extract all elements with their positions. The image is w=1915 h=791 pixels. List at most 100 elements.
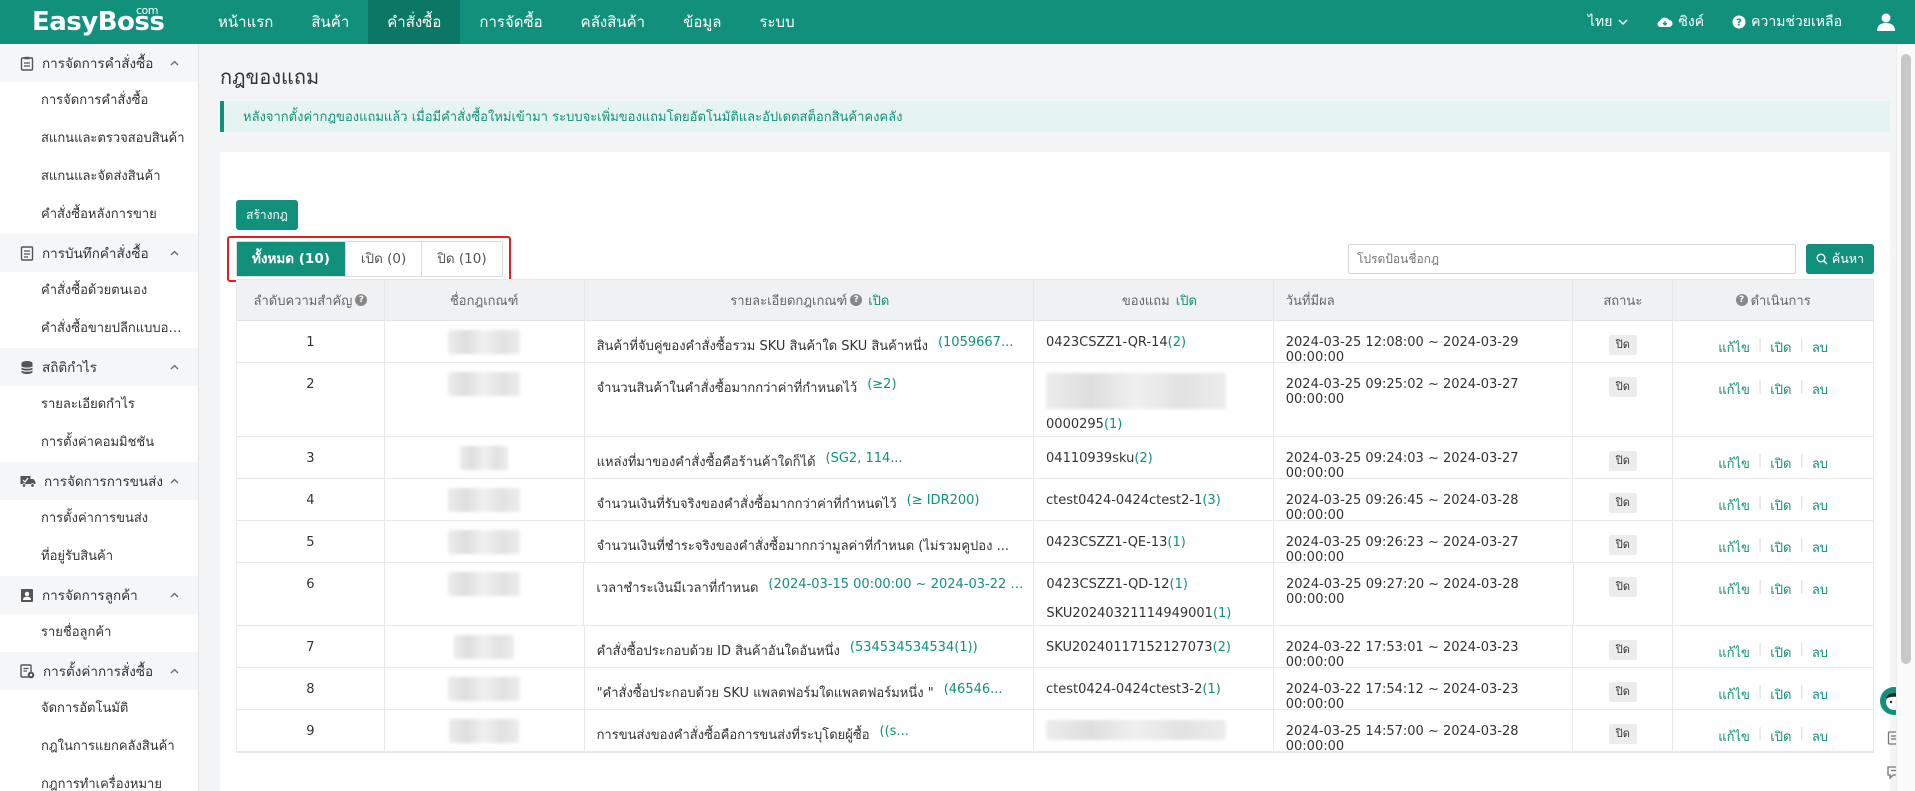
sidebar-item-scan-check[interactable]: สแกนและตรวจสอบสินค้า [0, 120, 198, 158]
user-avatar[interactable] [1876, 12, 1901, 32]
database-icon [20, 360, 34, 375]
sidebar-item-offline-retail[interactable]: คำสั่งซื้อขายปลีกแบบออฟไลน์ [0, 310, 198, 348]
sidebar-group-customers[interactable]: การจัดการลูกค้า [0, 576, 198, 614]
expand-gift-link[interactable]: เปิด [1176, 290, 1197, 311]
condition-value[interactable]: (≥ IDR200) [907, 493, 980, 514]
edit-link[interactable]: แก้ไข [1718, 642, 1750, 667]
priority-cell: 4 [237, 479, 385, 520]
delete-link[interactable]: ลบ [1812, 579, 1828, 625]
nav-data[interactable]: ข้อมูล [664, 0, 740, 44]
gift-quantity: (1) [1202, 682, 1221, 697]
create-rule-button[interactable]: สร้างกฎ [236, 200, 298, 230]
enable-link[interactable]: เปิด [1770, 337, 1791, 362]
sidebar-item-automation[interactable]: จัดการอัตโนมัติ [0, 690, 198, 728]
condition-value[interactable]: (2024-03-15 00:00:00 ~ 2024-03-22 23:5..… [768, 577, 1023, 598]
condition-value[interactable]: (SG2, 114... [826, 451, 903, 472]
redacted-gift-sku [1046, 373, 1227, 409]
nav-warehouse[interactable]: คลังสินค้า [562, 0, 664, 44]
edit-link[interactable]: แก้ไข [1718, 337, 1750, 362]
search-button[interactable]: ค้นหา [1806, 244, 1874, 274]
gift-cell: ctest0424-0424ctest3-2(1) [1034, 668, 1274, 709]
delete-link[interactable]: ลบ [1812, 537, 1828, 562]
sidebar-item-pickup-address[interactable]: ที่อยู่รับสินค้า [0, 538, 198, 576]
nav-system[interactable]: ระบบ [740, 0, 813, 44]
sidebar-item-scan-ship[interactable]: สแกนและจัดส่งสินค้า [0, 158, 198, 196]
edit-link[interactable]: แก้ไข [1718, 684, 1750, 709]
condition-text: คำสั่งซื้อประกอบด้วย ID สินค้าอันใดอันหน… [596, 644, 840, 659]
logo[interactable]: EasyBoss com [0, 4, 199, 37]
edit-link[interactable]: แก้ไข [1718, 379, 1750, 436]
effective-date: 2024-03-25 14:57:00 ~ 2024-03-28 00:00:0… [1285, 724, 1519, 754]
status-badge: ปิด [1608, 682, 1637, 702]
sidebar-group-title: การจัดการคำสั่งซื้อ [42, 56, 154, 72]
action-cell: แก้ไข | เปิด | ลบ [1673, 521, 1873, 562]
sidebar-item-order-management[interactable]: การจัดการคำสั่งซื้อ [0, 82, 198, 120]
delete-link[interactable]: ลบ [1812, 337, 1828, 362]
scrollbar-thumb[interactable] [1901, 54, 1911, 664]
question-icon[interactable]: ? [1735, 294, 1748, 306]
edit-link[interactable]: แก้ไข [1718, 453, 1750, 478]
enable-link[interactable]: เปิด [1770, 684, 1791, 709]
question-icon[interactable]: ? [850, 294, 863, 306]
sidebar-item-customer-list[interactable]: รายชื่อลูกค้า [0, 614, 198, 652]
language-selector[interactable]: ไทย [1588, 11, 1629, 33]
edit-link[interactable]: แก้ไข [1718, 579, 1750, 625]
delete-link[interactable]: ลบ [1812, 495, 1828, 520]
sidebar-item-after-sales[interactable]: คำสั่งซื้อหลังการขาย [0, 196, 198, 234]
sidebar-group-order-management[interactable]: การจัดการคำสั่งซื้อ [0, 44, 198, 82]
divider: | [1757, 453, 1763, 468]
sidebar-item-profit-detail[interactable]: รายละเอียดกำไร [0, 386, 198, 424]
page-scrollbar[interactable] [1896, 44, 1915, 791]
sync-button[interactable]: ซิงค์ [1657, 11, 1704, 33]
condition-value[interactable]: (534534534534(1)) [850, 640, 978, 661]
enable-link[interactable]: เปิด [1770, 453, 1791, 478]
sidebar-item-warehouse-split-rules[interactable]: กฎในการแยกคลังสินค้า [0, 728, 198, 766]
sidebar-group-order-entry[interactable]: การบันทึกคำสั่งซื้อ [0, 234, 198, 272]
delete-link[interactable]: ลบ [1812, 642, 1828, 667]
delete-link[interactable]: ลบ [1812, 726, 1828, 751]
expand-detail-link[interactable]: เปิด [868, 290, 889, 311]
enable-link[interactable]: เปิด [1770, 642, 1791, 667]
tab-all[interactable]: ทั้งหมด (10) [237, 242, 346, 276]
nav-orders[interactable]: คำสั่งซื้อ [368, 0, 461, 44]
nav-purchasing[interactable]: การจัดซื้อ [460, 0, 561, 44]
effective-date-cell: 2024-03-25 09:26:23 ~ 2024-03-27 00:00:0… [1274, 521, 1574, 565]
sidebar-item-commission-settings[interactable]: การตั้งค่าคอมมิชชัน [0, 424, 198, 462]
tab-disabled[interactable]: ปิด (10) [422, 242, 501, 276]
help-button[interactable]: ? ความช่วยเหลือ [1732, 11, 1842, 33]
delete-link[interactable]: ลบ [1812, 684, 1828, 709]
sidebar-item-shipping-settings[interactable]: การตั้งค่าการขนส่ง [0, 500, 198, 538]
table-header: ลำดับความสำคัญ? ชื่อกฎเกณฑ์ รายละเอียดกฎ… [237, 280, 1873, 321]
edit-link[interactable]: แก้ไข [1718, 726, 1750, 751]
enable-link[interactable]: เปิด [1770, 495, 1791, 520]
sidebar-group-profit-stats[interactable]: สถิติกำไร [0, 348, 198, 386]
enable-link[interactable]: เปิด [1770, 379, 1791, 436]
enable-link[interactable]: เปิด [1770, 537, 1791, 562]
rule-name-search-input[interactable] [1348, 244, 1796, 274]
edit-link[interactable]: แก้ไข [1718, 537, 1750, 562]
status-tabs: ทั้งหมด (10) เปิด (0) ปิด (10) [236, 241, 503, 277]
condition-value[interactable]: (1059667... [938, 335, 1013, 356]
sidebar-item-manual-order[interactable]: คำสั่งซื้อด้วยตนเอง [0, 272, 198, 310]
tab-enabled[interactable]: เปิด (0) [346, 242, 423, 276]
sidebar-group-shipping[interactable]: การจัดการการขนส่ง [0, 462, 198, 500]
status-cell: ปิด [1574, 563, 1674, 625]
edit-link[interactable]: แก้ไข [1718, 495, 1750, 520]
condition-value[interactable]: (≥2) [867, 377, 896, 398]
question-icon[interactable]: ? [355, 294, 368, 306]
chevron-up-icon [169, 666, 180, 677]
sidebar-group-order-settings[interactable]: การตั้งค่าการสั่งซื้อ [0, 652, 198, 690]
nav-products[interactable]: สินค้า [292, 0, 368, 44]
enable-link[interactable]: เปิด [1770, 579, 1791, 625]
delete-link[interactable]: ลบ [1812, 379, 1828, 436]
condition-value[interactable]: ((s... [880, 724, 909, 745]
redacted-rule-name [448, 488, 521, 512]
sidebar-item-marking-rules[interactable]: กฎการทำเครื่องหมาย [0, 766, 198, 791]
condition-text: แหล่งที่มาของคำสั่งซื้อคือร้านค้าใดก็ได้ [596, 455, 816, 470]
enable-link[interactable]: เปิด [1770, 726, 1791, 751]
gift-sku: ctest0424-0424ctest2-1 [1046, 493, 1203, 508]
condition-value[interactable]: (46546... [944, 682, 1003, 703]
col-gift: ของแถม เปิด [1034, 280, 1274, 320]
nav-home[interactable]: หน้าแรก [199, 0, 292, 44]
delete-link[interactable]: ลบ [1812, 453, 1828, 478]
